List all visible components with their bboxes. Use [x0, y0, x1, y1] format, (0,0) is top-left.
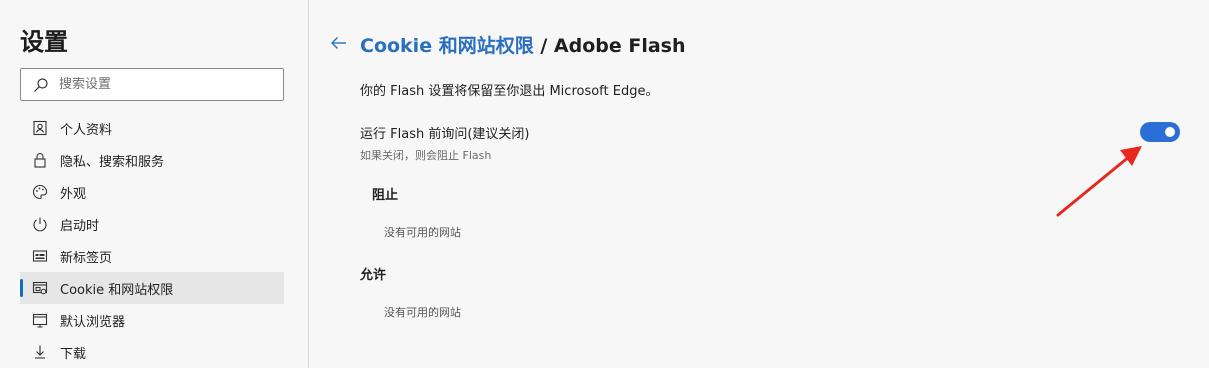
palette-icon	[32, 184, 48, 200]
search-icon	[34, 77, 48, 92]
sidebar-title: 设置	[20, 28, 68, 56]
breadcrumb-current: Adobe Flash	[553, 35, 686, 57]
profile-icon	[32, 120, 48, 136]
browser-icon	[32, 312, 48, 328]
ask-before-flash-toggle[interactable]	[1140, 122, 1180, 142]
sidebar-item-label: Cookie 和网站权限	[60, 282, 174, 298]
sidebar-item-label: 启动时	[60, 218, 100, 234]
breadcrumb-separator: /	[540, 35, 548, 57]
block-empty-message: 没有可用的网站	[384, 226, 461, 239]
sidebar-item-startup[interactable]: 启动时	[20, 208, 284, 240]
breadcrumb-link[interactable]: Cookie 和网站权限	[360, 35, 534, 57]
search-input[interactable]	[59, 77, 259, 92]
download-icon	[32, 344, 48, 360]
sidebar-nav: 个人资料 隐私、搜索和服务 外观 启动时 新标签页 Cookie 和网站权限 默…	[20, 112, 284, 368]
lock-icon	[32, 152, 48, 168]
page-title: Cookie 和网站权限 / Adobe Flash	[360, 31, 686, 58]
sidebar-item-label: 个人资料	[60, 122, 113, 138]
sidebar-item-cookies[interactable]: Cookie 和网站权限	[20, 272, 284, 304]
sidebar-item-label: 隐私、搜索和服务	[60, 154, 165, 170]
search-box[interactable]	[20, 68, 284, 101]
sidebar-item-label: 下载	[60, 346, 87, 362]
block-section-title: 阻止	[372, 188, 399, 203]
sidebar-item-appearance[interactable]: 外观	[20, 176, 284, 208]
sidebar-item-downloads[interactable]: 下载	[20, 336, 284, 368]
site-permissions-icon	[32, 280, 48, 296]
sidebar-item-label: 默认浏览器	[60, 314, 126, 330]
sidebar-item-new-tab[interactable]: 新标签页	[20, 240, 284, 272]
sidebar-item-privacy[interactable]: 隐私、搜索和服务	[20, 144, 284, 176]
sidebar-item-default-browser[interactable]: 默认浏览器	[20, 304, 284, 336]
toggle-knob	[1165, 127, 1175, 137]
annotation-arrow-icon	[1056, 146, 1142, 217]
allow-empty-message: 没有可用的网站	[384, 306, 461, 319]
sidebar-item-label: 新标签页	[60, 250, 113, 266]
sidebar-item-profile[interactable]: 个人资料	[20, 112, 284, 144]
setting-sublabel: 如果关闭，则会阻止 Flash	[360, 149, 492, 162]
sidebar-item-label: 外观	[60, 186, 87, 202]
power-icon	[32, 216, 48, 232]
setting-label: 运行 Flash 前询问(建议关闭)	[360, 127, 530, 142]
back-arrow-icon[interactable]	[330, 34, 348, 52]
sidebar: 设置 个人资料 隐私、搜索和服务 外观	[0, 0, 309, 368]
page-description: 你的 Flash 设置将保留至你退出 Microsoft Edge。	[360, 84, 659, 99]
new-tab-icon	[32, 248, 48, 264]
allow-section-title: 允许	[360, 268, 387, 283]
